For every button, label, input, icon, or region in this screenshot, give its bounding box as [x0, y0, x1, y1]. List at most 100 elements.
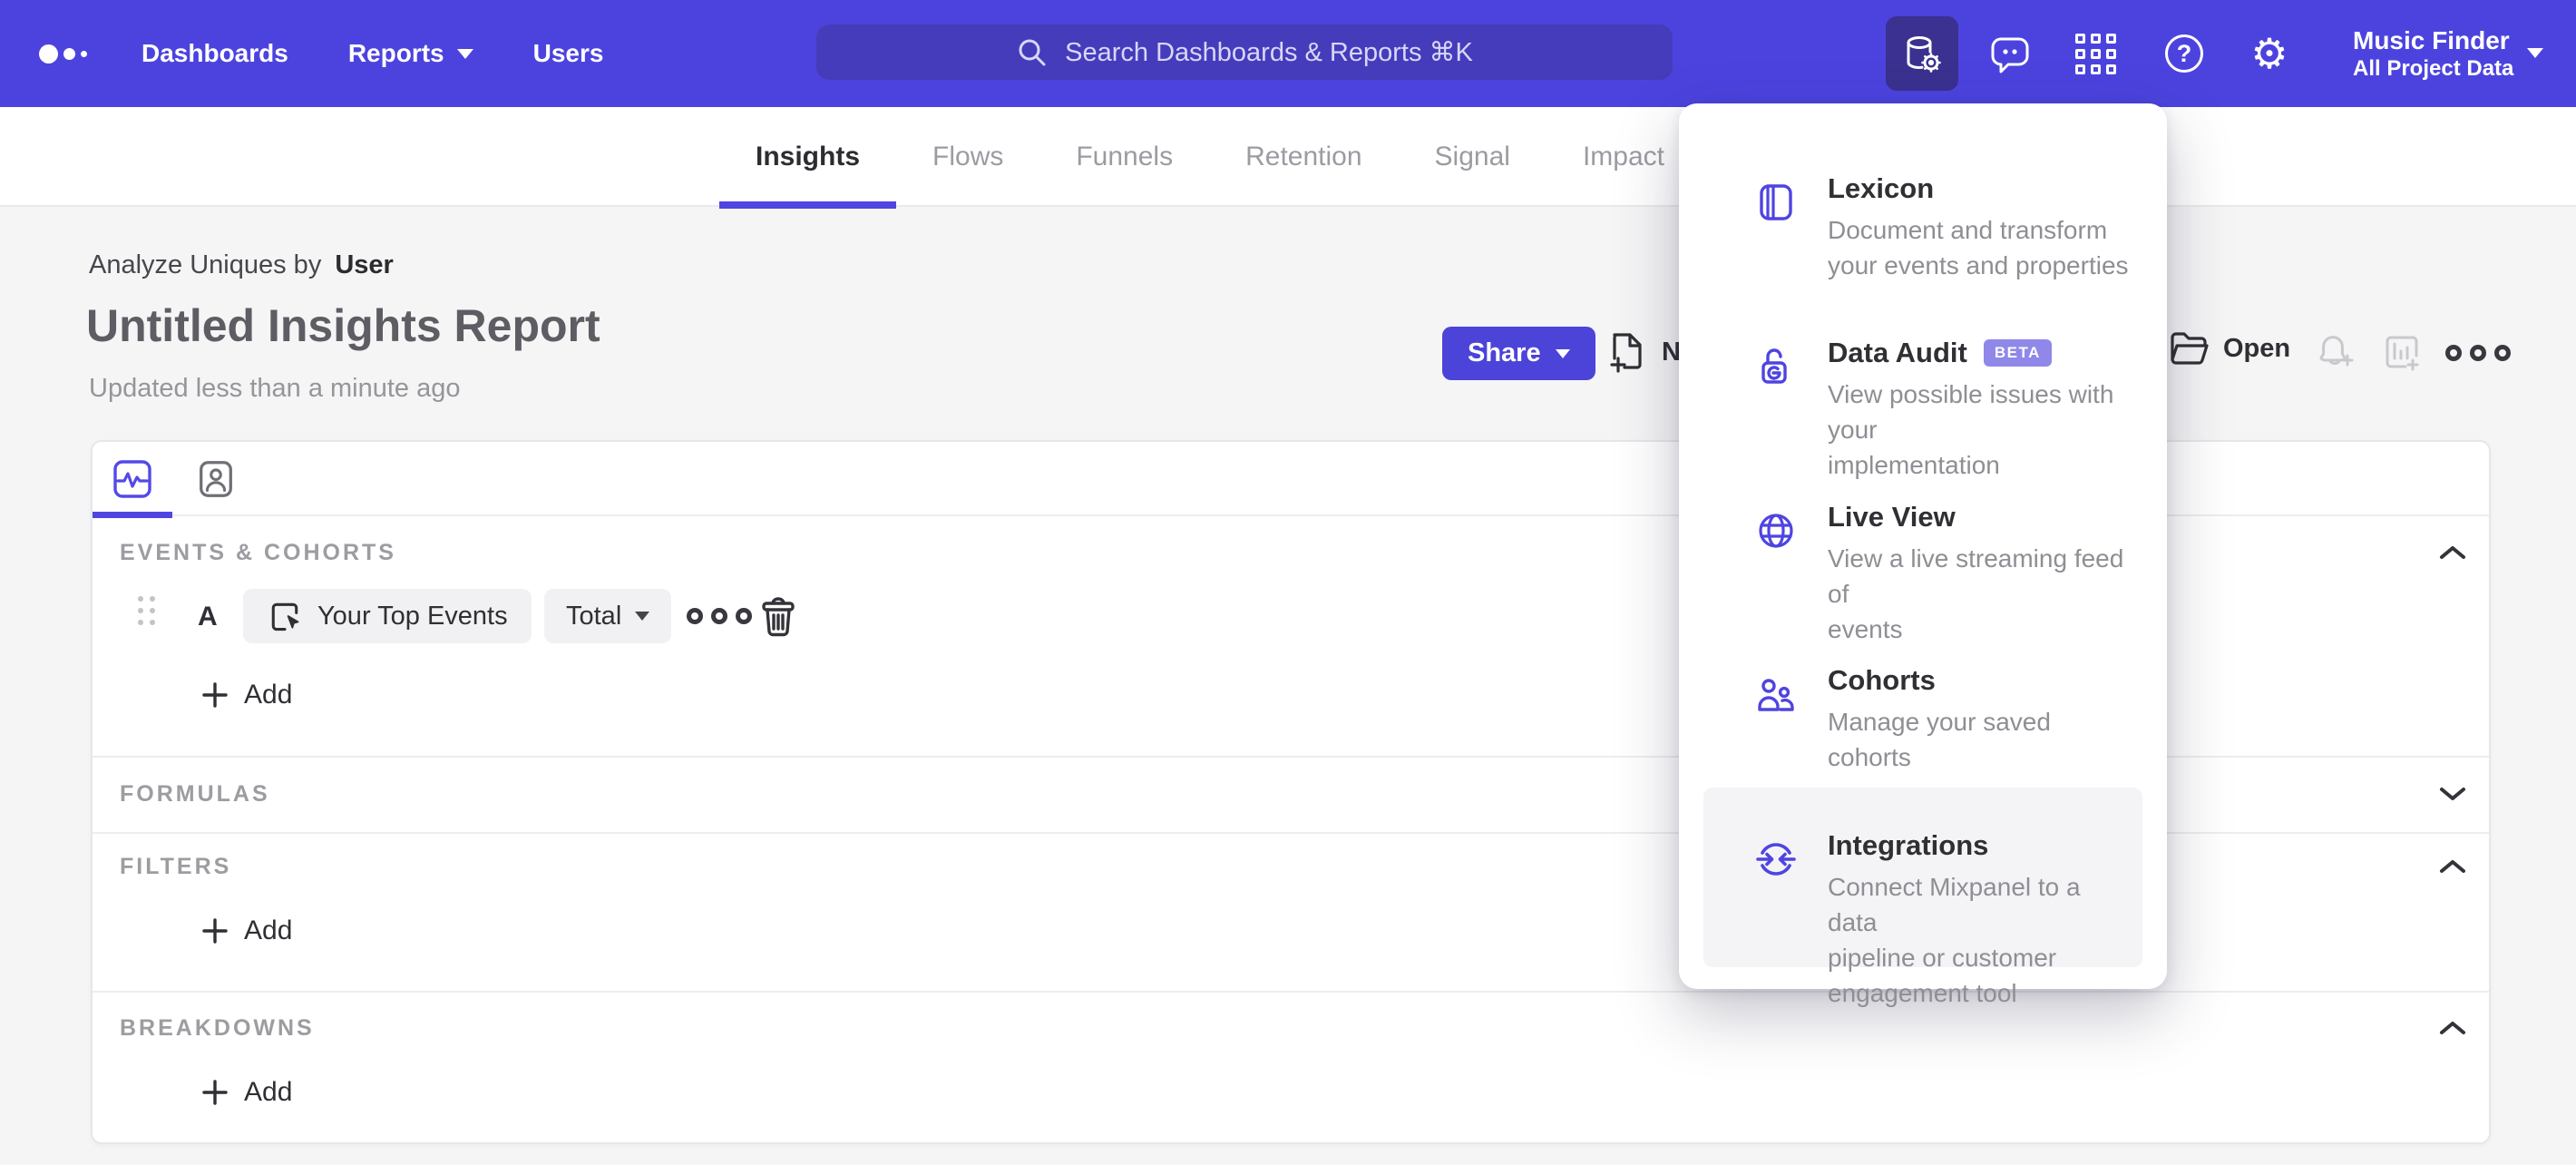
- menu-item-desc: View possible issues with your implement…: [1828, 380, 2114, 479]
- nav-users[interactable]: Users: [533, 39, 604, 68]
- pulse-chart-icon: [113, 460, 151, 498]
- events-section-label: EVENTS & COHORTS: [120, 540, 396, 565]
- event-cursor-icon: [271, 602, 299, 631]
- chevron-down-icon: [456, 48, 473, 59]
- open-button-label: Open: [2223, 333, 2291, 363]
- formulas-section-label: FORMULAS: [120, 781, 270, 807]
- menu-item-lexicon[interactable]: Lexicon Document and transform your even…: [1679, 171, 2167, 283]
- add-filter-button[interactable]: Add: [201, 915, 292, 946]
- data-management-icon: [1907, 36, 1941, 73]
- add-event-label: Add: [244, 680, 293, 710]
- project-selector[interactable]: Music Finder All Project Data: [2353, 0, 2513, 107]
- cohorts-people-icon: [1758, 679, 1794, 711]
- project-name: Music Finder: [2353, 26, 2510, 54]
- apps-grid-button[interactable]: [2068, 0, 2122, 107]
- feedback-button[interactable]: [1983, 0, 2037, 107]
- primary-nav: Dashboards Reports Users: [141, 0, 603, 107]
- tab-insights[interactable]: Insights: [719, 107, 897, 209]
- nav-dashboards-label: Dashboards: [141, 39, 288, 67]
- lexicon-book-icon: [1760, 184, 1792, 220]
- data-management-button[interactable]: [1886, 16, 1958, 91]
- filters-section-label: FILTERS: [120, 854, 232, 879]
- menu-item-title: Integrations: [1828, 829, 1989, 861]
- page-title[interactable]: Untitled Insights Report: [86, 299, 600, 352]
- breadcrumb: Analyze Uniques by User: [89, 250, 394, 280]
- search-placeholder: Search Dashboards & Reports ⌘K: [1065, 38, 1473, 67]
- breakdowns-section-label: BREAKDOWNS: [120, 1015, 315, 1041]
- series-more-button[interactable]: [687, 608, 752, 624]
- metric-dropdown-label: Total: [566, 601, 622, 631]
- plus-icon: [202, 918, 228, 944]
- breakdowns-collapse-chevron-up-icon[interactable]: [2438, 1019, 2467, 1037]
- feedback-chat-icon: [1991, 37, 2029, 73]
- add-event-button[interactable]: Add: [201, 680, 292, 710]
- mixpanel-logo-icon[interactable]: [39, 0, 93, 107]
- tab-flows[interactable]: Flows: [896, 107, 1039, 207]
- tab-impact[interactable]: Impact: [1547, 107, 1701, 207]
- metric-dropdown[interactable]: Total: [544, 589, 672, 643]
- menu-item-integrations[interactable]: Integrations Connect Mixpanel to a data …: [1703, 788, 2142, 1007]
- menu-item-title: Live View: [1828, 501, 1956, 533]
- help-button[interactable]: ?: [2157, 0, 2211, 107]
- breadcrumb-prefix: Analyze Uniques by: [89, 250, 322, 279]
- section-divider: [93, 991, 2489, 993]
- menu-item-cohorts[interactable]: Cohorts Manage your saved cohorts: [1679, 662, 2167, 775]
- add-to-board-button[interactable]: [2380, 332, 2422, 374]
- apps-grid-icon: [2074, 33, 2116, 74]
- folder-open-icon: [2171, 332, 2209, 365]
- tab-user-profiles-view[interactable]: [181, 442, 250, 516]
- delete-series-button[interactable]: [759, 596, 797, 638]
- integrations-sync-icon: [1756, 843, 1796, 876]
- menu-item-title-text: Data Audit: [1828, 337, 1967, 368]
- search-input[interactable]: Search Dashboards & Reports ⌘K: [816, 24, 1673, 80]
- search-icon: [1019, 39, 1046, 65]
- menu-item-live-view[interactable]: Live View View a live streaming feed of …: [1679, 499, 2167, 647]
- bell-plus-icon: [2319, 336, 2354, 367]
- tab-flows-label: Flows: [932, 142, 1004, 171]
- formulas-expand-chevron-down-icon[interactable]: [2438, 785, 2467, 803]
- help-icon: ?: [2165, 34, 2203, 73]
- events-collapse-chevron-up-icon[interactable]: [2438, 543, 2467, 562]
- breadcrumb-value[interactable]: User: [335, 250, 394, 280]
- tab-funnels[interactable]: Funnels: [1039, 107, 1209, 207]
- menu-item-title: Lexicon: [1828, 172, 1935, 204]
- drag-handle[interactable]: [138, 596, 155, 625]
- menu-item-data-audit[interactable]: Data Audit BETA View possible issues wit…: [1679, 335, 2167, 483]
- user-profile-icon: [200, 461, 232, 497]
- report-tab-bar: Insights Flows Funnels Retention Signal …: [0, 107, 2576, 209]
- plus-icon: [202, 682, 228, 708]
- event-selector-button[interactable]: Your Top Events: [243, 589, 532, 643]
- menu-item-desc: Document and transform your events and p…: [1828, 216, 2129, 279]
- nav-dashboards[interactable]: Dashboards: [141, 39, 288, 68]
- settings-button[interactable]: ⚙: [2242, 0, 2297, 107]
- nav-reports[interactable]: Reports: [348, 39, 473, 68]
- share-button-label: Share: [1468, 338, 1541, 367]
- active-tab-underline: [719, 201, 897, 209]
- plus-icon: [202, 1080, 228, 1105]
- live-view-globe-icon: [1759, 514, 1793, 548]
- share-button[interactable]: Share: [1442, 327, 1595, 380]
- data-audit-lock-icon: [1761, 348, 1787, 384]
- add-breakdown-label: Add: [244, 1077, 293, 1107]
- filters-collapse-chevron-up-icon[interactable]: [2438, 857, 2467, 876]
- event-selector-label: Your Top Events: [317, 601, 508, 631]
- share-chevron-down-icon: [1555, 348, 1570, 358]
- add-breakdown-button[interactable]: Add: [201, 1077, 292, 1108]
- ellipsis-icon: [687, 608, 703, 624]
- series-letter: A: [198, 602, 218, 631]
- top-nav-bar: Dashboards Reports Users Search Dashboar…: [0, 0, 2576, 107]
- tab-insights-label: Insights: [756, 142, 861, 171]
- tab-funnels-label: Funnels: [1076, 142, 1174, 171]
- menu-item-title: Data Audit BETA: [1828, 335, 2140, 371]
- data-management-menu: Lexicon Document and transform your even…: [1679, 103, 2167, 1007]
- tab-retention[interactable]: Retention: [1209, 107, 1398, 207]
- more-options-button[interactable]: [2445, 345, 2511, 361]
- project-scope: All Project Data: [2353, 56, 2514, 81]
- chart-plus-icon: [2386, 336, 2419, 371]
- open-button[interactable]: Open: [2169, 330, 2290, 367]
- tab-signal[interactable]: Signal: [1399, 107, 1547, 207]
- tab-events-view[interactable]: [93, 442, 172, 518]
- menu-item-desc: Connect Mixpanel to a data pipeline or c…: [1828, 873, 2081, 1007]
- add-alert-button[interactable]: [2315, 332, 2356, 374]
- project-chevron-down-icon[interactable]: [2527, 48, 2543, 58]
